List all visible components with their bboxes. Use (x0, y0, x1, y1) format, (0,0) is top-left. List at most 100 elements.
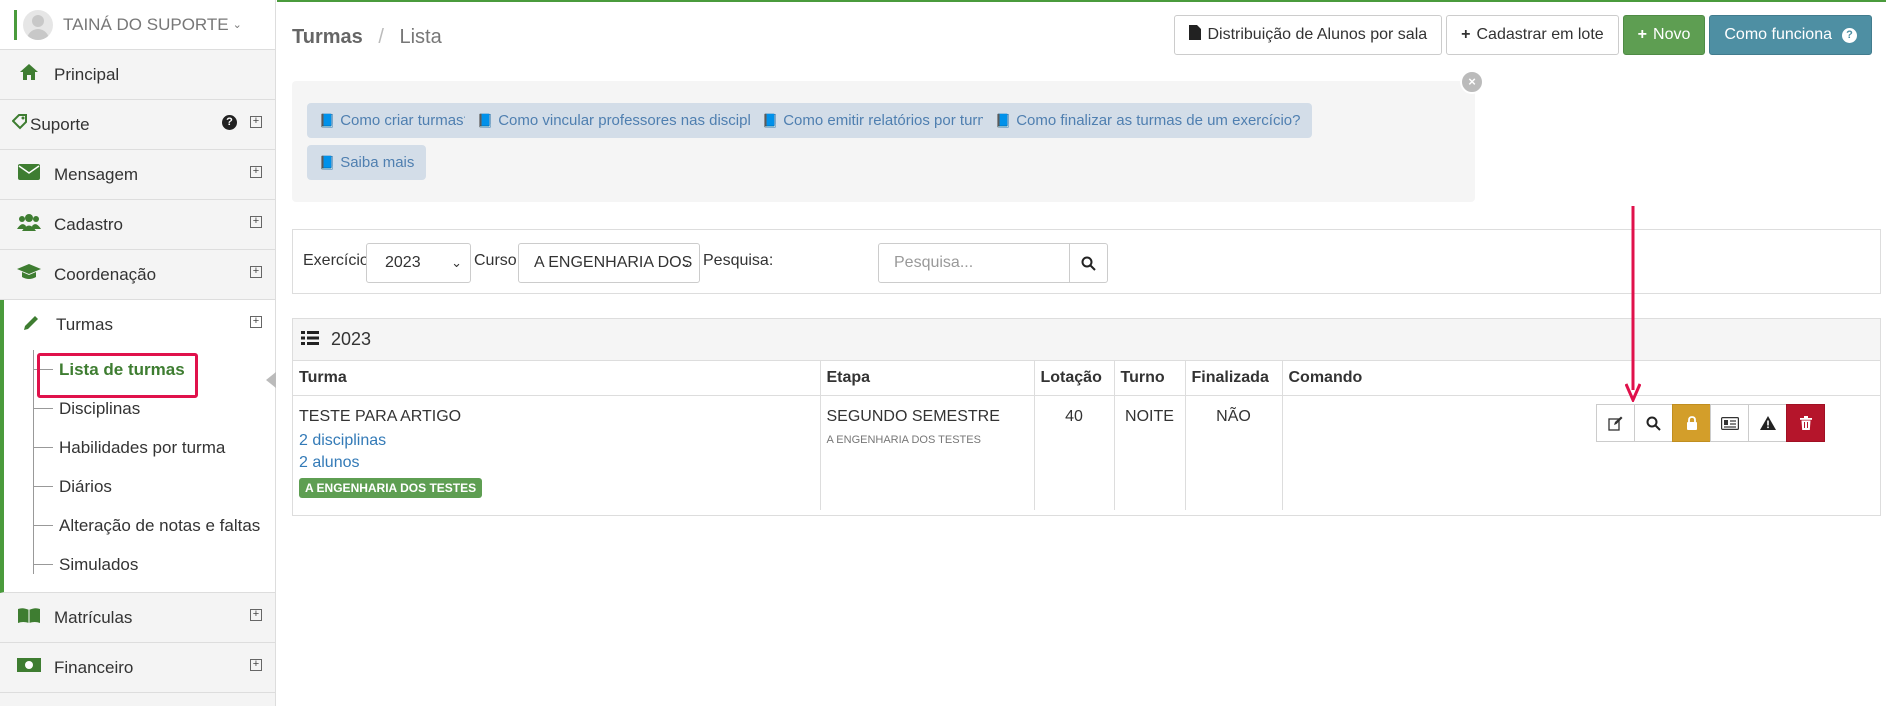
user-name: TAINÁ DO SUPORTE (63, 14, 229, 34)
etapa-curso: A ENGENHARIA DOS TESTES (826, 433, 981, 446)
help-panel: 📘 Como criar turmas? 📘 Como vincular profe… (292, 81, 1475, 202)
graduation-cap-icon (16, 263, 42, 286)
sidebar-item-label: Turmas (56, 315, 113, 334)
expand-icon[interactable]: + (250, 166, 262, 178)
active-caret (266, 372, 276, 388)
sidebar-item-label: Financeiro (54, 657, 134, 677)
book-icon: 📘 (762, 112, 779, 128)
expand-icon[interactable]: + (250, 216, 262, 228)
help-link-emitir-relatorios[interactable]: 📘 Como emitir relatórios por turma? (750, 103, 1019, 138)
exercicio-label: Exercício: (303, 252, 374, 269)
disciplinas-link[interactable]: 2 disciplinas (299, 432, 814, 450)
accent-bar (14, 9, 17, 40)
search-icon (1081, 256, 1096, 271)
edit-button[interactable] (1596, 404, 1635, 442)
view-button[interactable] (1634, 404, 1673, 442)
cadastrar-lote-button[interactable]: + Cadastrar em lote (1446, 15, 1619, 55)
sidebar-item-label: Matrículas (54, 607, 133, 627)
distribuicao-button[interactable]: Distribuição de Alunos por sala (1174, 15, 1443, 55)
como-funciona-label: Como funciona (1724, 26, 1832, 43)
search-input[interactable]: Pesquisa... (878, 243, 1070, 283)
tag-icon (11, 114, 28, 135)
submenu-diarios[interactable]: Diários (4, 467, 275, 506)
sidebar-item-turmas[interactable]: Turmas + (4, 300, 275, 350)
curso-select[interactable]: A ENGENHARIA DOS ⌄ (518, 243, 700, 283)
etapa-name: SEGUNDO SEMESTRE (826, 407, 1000, 425)
book-icon: 📘 (995, 112, 1012, 128)
turma-name: TESTE PARA ARTIGO (299, 407, 462, 425)
user-menu[interactable]: TAINÁ DO SUPORTE ⌄ (0, 0, 275, 50)
sidebar-item-label: Mensagem (54, 164, 139, 184)
novo-label: Novo (1653, 26, 1691, 43)
sidebar-item-principal[interactable]: Principal (0, 50, 275, 100)
id-card-button[interactable] (1710, 404, 1749, 442)
money-icon (16, 657, 42, 678)
search-button[interactable] (1069, 243, 1108, 283)
panel-title: 2023 (331, 329, 372, 349)
breadcrumb-separator: / (378, 26, 384, 48)
finalizada-cell: NÃO (1185, 395, 1283, 510)
column-header: Comando (1282, 361, 1880, 396)
sidebar-item-label: Cadastro (54, 214, 123, 234)
toolbar: Distribuição de Alunos por sala + Cadast… (1174, 15, 1872, 55)
column-header[interactable]: Etapa (820, 361, 1035, 396)
filter-bar: Exercício: 2023 ⌄ Curso: A ENGENHARIA DO… (292, 229, 1881, 294)
turno-cell: NOITE (1114, 395, 1186, 510)
curso-label: Curso: (474, 252, 522, 269)
page-title: Lista (399, 26, 442, 48)
close-icon[interactable]: × (1460, 70, 1484, 94)
column-header[interactable]: Finalizada (1185, 361, 1283, 396)
warning-icon (1759, 416, 1776, 430)
expand-icon[interactable]: + (250, 609, 262, 621)
id-card-icon (1720, 416, 1739, 430)
column-header[interactable]: Lotação (1034, 361, 1115, 396)
submenu-simulados[interactable]: Simulados (4, 545, 275, 584)
sidebar-item-label: Suporte (30, 114, 90, 134)
expand-icon[interactable]: + (250, 316, 262, 328)
sidebar-item-matriculas[interactable]: Matrículas + (0, 593, 275, 643)
book-icon (16, 606, 42, 629)
expand-icon[interactable]: + (250, 266, 262, 278)
table-header-row: Turma Etapa Lotação Turno Finalizada Com… (293, 361, 1880, 396)
help-link-label: Como vincular professores nas disciplina… (498, 112, 787, 129)
turmas-section: Turmas + Lista de turmas Disciplinas Hab… (0, 300, 275, 593)
sidebar-item-financeiro[interactable]: Financeiro + (0, 643, 275, 693)
lock-icon (1686, 416, 1697, 430)
command-buttons (1596, 404, 1825, 442)
sidebar-item-suporte[interactable]: Suporte ? + (0, 100, 275, 150)
annotation-highlight-box (37, 353, 198, 398)
alunos-link[interactable]: 2 alunos (299, 454, 814, 472)
como-funciona-button[interactable]: Como funciona ? (1709, 15, 1872, 55)
submenu-habilidades[interactable]: Habilidades por turma (4, 428, 275, 467)
chevron-down-icon: ⌄ (680, 255, 691, 270)
annotation-arrow (1625, 206, 1641, 402)
sidebar-item-coordenacao[interactable]: Coordenação + (0, 250, 275, 300)
panel-heading: 2023 (293, 319, 1880, 361)
sidebar-item-cadastro[interactable]: Cadastro + (0, 200, 275, 250)
sidebar-item-mensagem[interactable]: Mensagem + (0, 150, 275, 200)
help-link-finalizar-turmas[interactable]: 📘 Como finalizar as turmas de um exercíci… (983, 103, 1313, 138)
novo-button[interactable]: + Novo (1622, 15, 1706, 55)
help-link-saiba-mais[interactable]: 📘 Saiba mais (307, 145, 427, 180)
delete-button[interactable] (1786, 404, 1825, 442)
help-link-label: Como finalizar as turmas de um exercício… (1016, 112, 1301, 129)
book-icon: 📘 (477, 112, 494, 128)
lock-button[interactable] (1672, 404, 1711, 442)
exercicio-value: 2023 (385, 254, 421, 271)
column-header[interactable]: Turno (1114, 361, 1186, 396)
expand-icon[interactable]: + (250, 659, 262, 671)
breadcrumb-section[interactable]: Turmas (292, 26, 363, 48)
column-header[interactable]: Turma (293, 361, 821, 396)
warning-button[interactable] (1748, 404, 1787, 442)
envelope-icon (16, 164, 42, 185)
help-icon[interactable]: ? (222, 115, 237, 130)
expand-icon[interactable]: + (250, 116, 262, 128)
lote-label: Cadastrar em lote (1476, 26, 1604, 43)
submenu-alteracao-notas[interactable]: Alteração de notas e faltas (4, 506, 275, 545)
help-link-vincular-professores[interactable]: 📘 Como vincular professores nas disciplin… (465, 103, 799, 138)
trash-icon (1799, 416, 1812, 430)
plus-icon: + (1461, 26, 1471, 43)
exercicio-select[interactable]: 2023 ⌄ (366, 243, 471, 283)
help-link-criar-turmas[interactable]: 📘 Como criar turmas? (307, 103, 484, 138)
lotacao-cell: 40 (1034, 395, 1115, 510)
